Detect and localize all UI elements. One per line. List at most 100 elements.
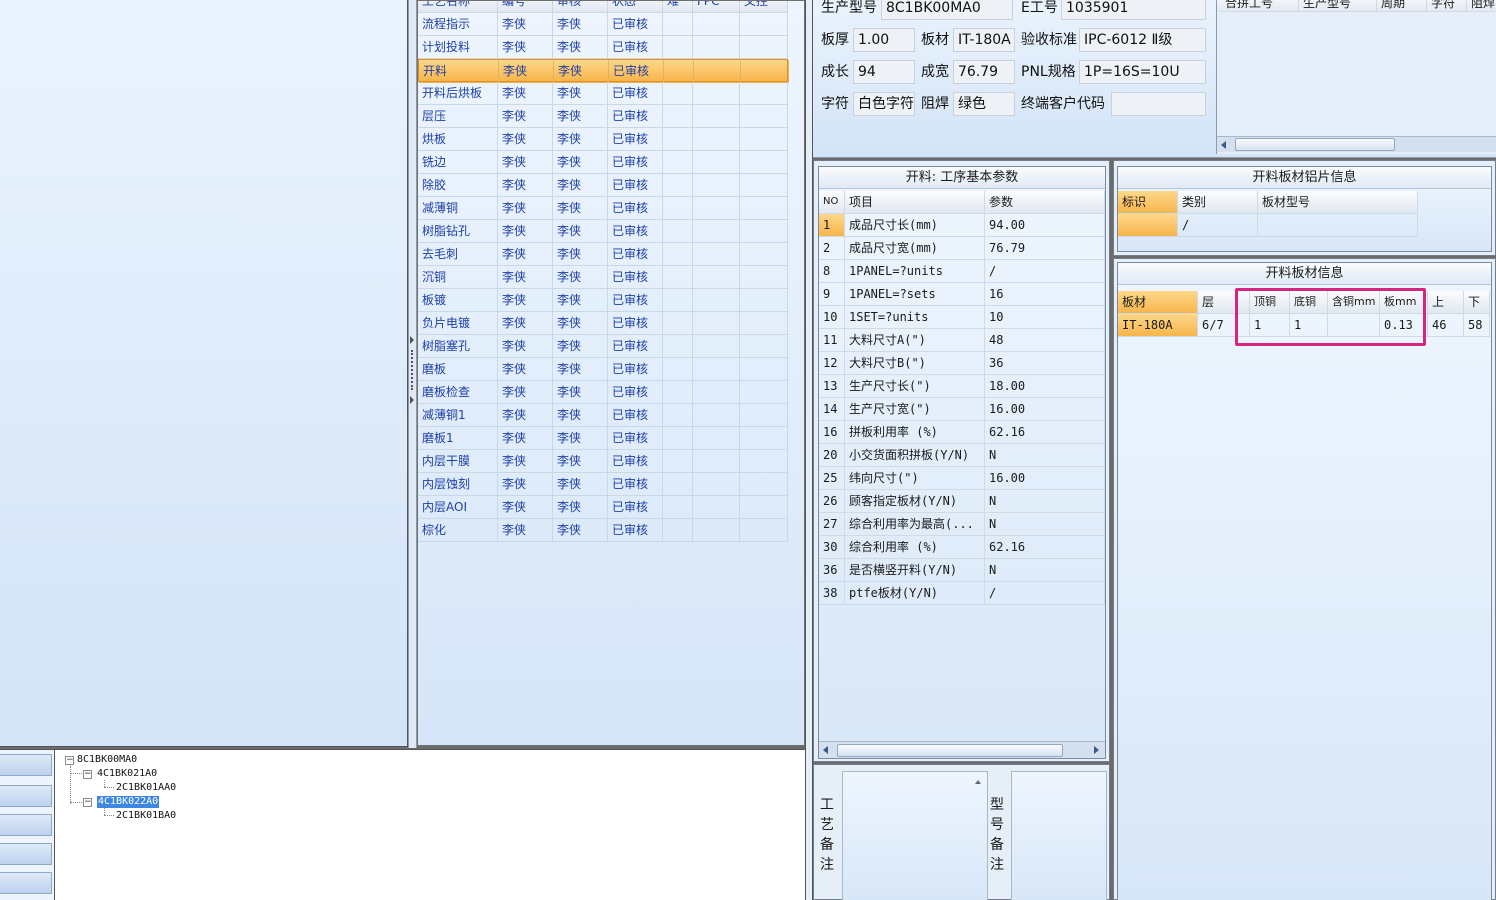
column-header[interactable]: 状态 [608, 1, 663, 13]
params-cell-value[interactable]: N [985, 490, 1105, 513]
scroll-left-icon[interactable] [1221, 141, 1226, 149]
board-column-header[interactable]: 板材 [1118, 291, 1198, 314]
scroll-right-icon[interactable] [1094, 746, 1099, 754]
side-button-3[interactable] [0, 814, 52, 836]
params-column-header[interactable]: 项目 [845, 191, 985, 214]
process-row[interactable]: 层压 李侠 李侠 已审核 [418, 105, 788, 128]
foil-cell-mark[interactable] [1118, 214, 1178, 237]
params-cell-no[interactable]: 12 [819, 352, 845, 375]
thickness-field[interactable]: 1.00 [853, 28, 915, 52]
params-cell-item[interactable]: 是否横竖开料(Y/N) [845, 559, 985, 582]
params-cell-value[interactable]: 62.16 [985, 421, 1105, 444]
params-cell-no[interactable]: 2 [819, 237, 845, 260]
params-cell-no[interactable]: 27 [819, 513, 845, 536]
side-button-2[interactable] [0, 785, 52, 807]
foil-column-header[interactable]: 类别 [1178, 191, 1258, 214]
process-row[interactable]: 内层干膜 李侠 李侠 已审核 [418, 450, 788, 473]
params-cell-no[interactable]: 13 [819, 375, 845, 398]
char-field[interactable]: 白色字符 [853, 92, 915, 116]
merge-column-header[interactable]: 阻焊 [1467, 0, 1496, 12]
params-cell-item[interactable]: 生产尺寸宽(") [845, 398, 985, 421]
params-cell-no[interactable]: 10 [819, 306, 845, 329]
params-cell-value[interactable]: 36 [985, 352, 1105, 375]
params-cell-value[interactable]: N [985, 444, 1105, 467]
params-cell-value[interactable]: 16.00 [985, 398, 1105, 421]
merge-column-header[interactable]: 生产型号 [1299, 0, 1377, 12]
params-cell-value[interactable]: 94.00 [985, 214, 1105, 237]
params-cell-item[interactable]: 综合利用率 (%) [845, 536, 985, 559]
tree-node-leaf[interactable]: 2C1BK01AA0 [116, 782, 176, 794]
board-cell-material[interactable]: IT-180A [1118, 314, 1198, 337]
params-cell-no[interactable]: 30 [819, 536, 845, 559]
params-cell-no[interactable]: 1 [819, 214, 845, 237]
process-row[interactable]: 树脂钻孔 李侠 李侠 已审核 [418, 220, 788, 243]
params-cell-value[interactable]: N [985, 559, 1105, 582]
side-button-5[interactable] [0, 872, 52, 894]
column-header[interactable]: 工艺名称 [418, 1, 498, 13]
params-cell-item[interactable]: 拼板利用率 (%) [845, 421, 985, 444]
params-cell-no[interactable]: 25 [819, 467, 845, 490]
params-column-header[interactable]: NO [819, 191, 845, 214]
process-remark-field[interactable] [842, 771, 988, 900]
params-cell-value[interactable]: / [985, 260, 1105, 283]
process-row[interactable]: 负片电镀 李侠 李侠 已审核 [418, 312, 788, 335]
process-row[interactable]: 内层AOI 李侠 李侠 已审核 [418, 496, 788, 519]
params-cell-no[interactable]: 8 [819, 260, 845, 283]
standard-field[interactable]: IPC-6012 Ⅱ级 [1079, 28, 1206, 52]
params-cell-item[interactable]: 小交货面积拼板(Y/N) [845, 444, 985, 467]
collapse-icon[interactable]: − [65, 756, 74, 765]
process-row[interactable]: 树脂塞孔 李侠 李侠 已审核 [418, 335, 788, 358]
process-row[interactable]: 磨板1 李侠 李侠 已审核 [418, 427, 788, 450]
tree-node-child-selected[interactable]: 4C1BK022A0 [97, 796, 160, 808]
width-field[interactable]: 76.79 [953, 60, 1015, 84]
customer-field[interactable] [1111, 92, 1206, 116]
params-cell-value[interactable]: / [985, 582, 1105, 605]
params-cell-item[interactable]: 综合利用率为最高(... [845, 513, 985, 536]
params-column-header[interactable]: 参数 [985, 191, 1105, 214]
column-header[interactable]: 编号 [498, 1, 553, 13]
params-cell-no[interactable]: 38 [819, 582, 845, 605]
params-cell-value[interactable]: 62.16 [985, 536, 1105, 559]
tree-node-root[interactable]: 8C1BK00MA0 [77, 754, 137, 766]
process-row[interactable]: 沉铜 李侠 李侠 已审核 [418, 266, 788, 289]
params-cell-item[interactable]: ptfe板材(Y/N) [845, 582, 985, 605]
params-cell-value[interactable]: 76.79 [985, 237, 1105, 260]
process-row[interactable]: 除胶 李侠 李侠 已审核 [418, 174, 788, 197]
column-header[interactable]: 审核 [553, 1, 608, 13]
process-row[interactable]: 流程指示 李侠 李侠 已审核 [418, 13, 788, 36]
mask-field[interactable]: 绿色 [953, 92, 1015, 116]
model-field[interactable]: 8C1BK00MA0 [881, 0, 1013, 20]
process-row[interactable]: 铣边 李侠 李侠 已审核 [418, 151, 788, 174]
process-row[interactable]: 内层蚀刻 李侠 李侠 已审核 [418, 473, 788, 496]
side-button-4[interactable] [0, 843, 52, 865]
params-cell-value[interactable]: 18.00 [985, 375, 1105, 398]
params-cell-item[interactable]: 生产尺寸长(") [845, 375, 985, 398]
tree-node-leaf[interactable]: 2C1BK01BA0 [116, 810, 176, 822]
process-row[interactable]: 磨板检查 李侠 李侠 已审核 [418, 381, 788, 404]
process-row[interactable]: 烘板 李侠 李侠 已审核 [418, 128, 788, 151]
params-cell-item[interactable]: 大料尺寸A(") [845, 329, 985, 352]
tree-node-child[interactable]: 4C1BK021A0 [97, 768, 157, 780]
collapse-icon[interactable]: − [83, 798, 92, 807]
process-row[interactable]: 去毛刺 李侠 李侠 已审核 [418, 243, 788, 266]
params-cell-item[interactable]: 1PANEL=?units [845, 260, 985, 283]
params-cell-no[interactable]: 11 [819, 329, 845, 352]
scroll-left-icon[interactable] [823, 746, 828, 754]
params-cell-item[interactable]: 大料尺寸B(") [845, 352, 985, 375]
params-cell-value[interactable]: N [985, 513, 1105, 536]
params-cell-no[interactable]: 16 [819, 421, 845, 444]
column-header[interactable]: FPC [693, 1, 740, 13]
params-cell-item[interactable]: 顾客指定板材(Y/N) [845, 490, 985, 513]
params-scrollbar[interactable] [819, 741, 1105, 758]
params-cell-no[interactable]: 20 [819, 444, 845, 467]
pnl-field[interactable]: 1P=16S=10U [1079, 60, 1206, 84]
params-cell-no[interactable]: 36 [819, 559, 845, 582]
params-cell-value[interactable]: 10 [985, 306, 1105, 329]
params-cell-no[interactable]: 14 [819, 398, 845, 421]
collapse-icon[interactable]: − [83, 770, 92, 779]
length-field[interactable]: 94 [853, 60, 915, 84]
panel-divider[interactable] [805, 0, 813, 900]
process-row[interactable]: 减薄铜 李侠 李侠 已审核 [418, 197, 788, 220]
params-cell-item[interactable]: 成品尺寸长(mm) [845, 214, 985, 237]
params-cell-item[interactable]: 成品尺寸宽(mm) [845, 237, 985, 260]
